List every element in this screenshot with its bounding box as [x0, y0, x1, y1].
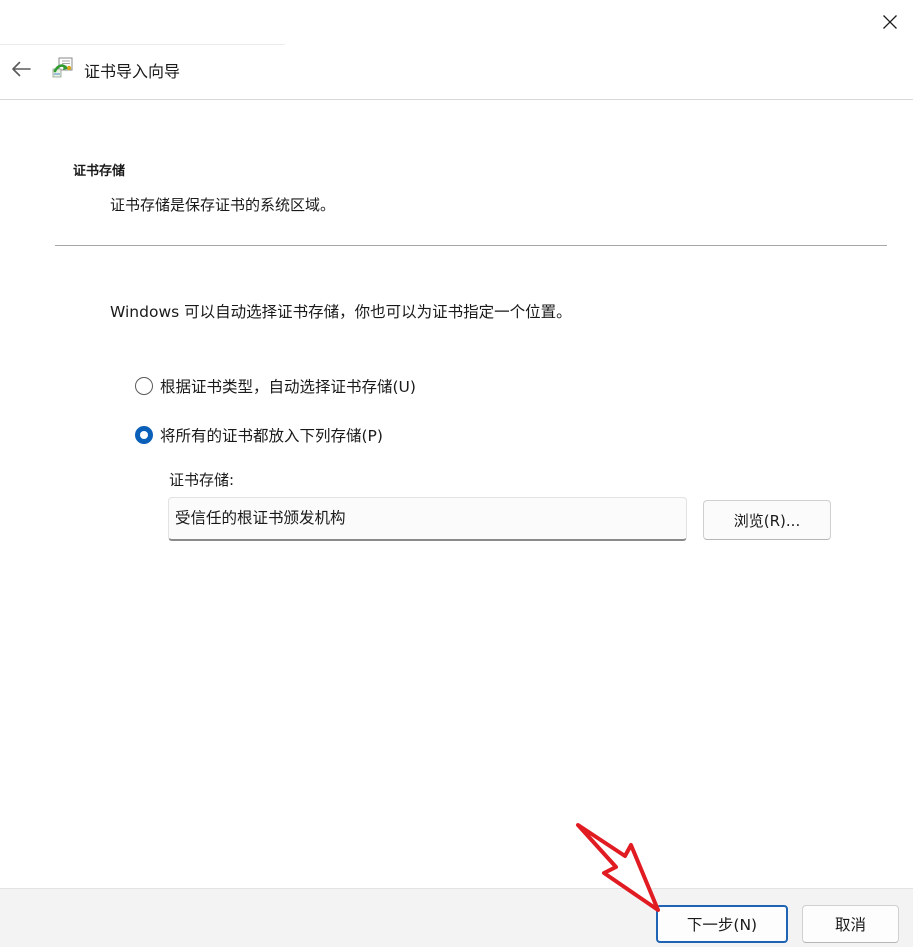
section-description: 证书存储是保存证书的系统区域。	[110, 196, 336, 214]
radio-label: 将所有的证书都放入下列存储(P)	[160, 427, 383, 445]
browse-button[interactable]: 浏览(R)...	[703, 500, 831, 540]
certificate-wizard-icon	[52, 57, 73, 78]
radio-button-unchecked[interactable]	[135, 377, 153, 395]
radio-label: 根据证书类型，自动选择证书存储(U)	[160, 378, 416, 396]
store-label: 证书存储:	[169, 471, 235, 489]
arrow-left-icon	[12, 61, 31, 77]
certificate-store-field[interactable]: 受信任的根证书颁发机构	[168, 497, 687, 541]
back-button[interactable]	[6, 54, 36, 84]
cancel-button[interactable]: 取消	[802, 905, 899, 943]
header-divider	[55, 245, 887, 246]
radio-button-checked[interactable]	[135, 426, 153, 444]
wizard-title: 证书导入向导	[84, 62, 181, 81]
intro-text: Windows 可以自动选择证书存储，你也可以为证书指定一个位置。	[110, 303, 572, 321]
wizard-header: 证书导入向导	[0, 46, 913, 100]
close-button[interactable]	[866, 0, 913, 44]
section-title: 证书存储	[73, 164, 126, 179]
radio-place-in-store[interactable]: 将所有的证书都放入下列存储(P)	[135, 424, 383, 446]
close-icon	[882, 15, 897, 29]
wizard-footer: 下一步(N) 取消	[0, 888, 913, 947]
next-button[interactable]: 下一步(N)	[656, 905, 788, 943]
title-bar-separator	[0, 44, 285, 45]
radio-auto-select-store[interactable]: 根据证书类型，自动选择证书存储(U)	[135, 375, 416, 397]
